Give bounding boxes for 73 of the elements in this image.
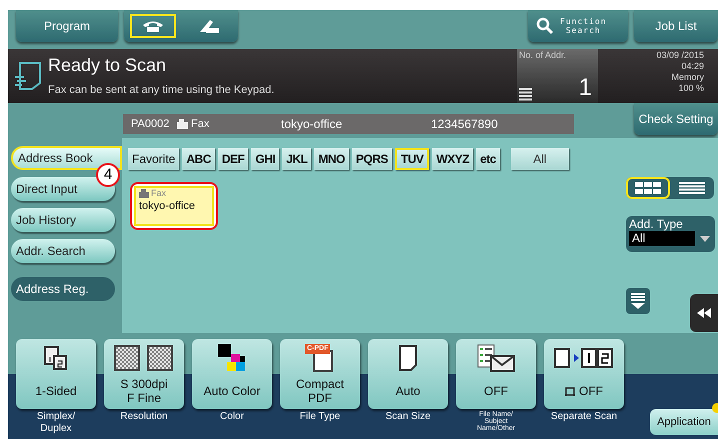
- job-list-button[interactable]: Job List: [634, 10, 718, 42]
- side-nav-tab[interactable]: Direct Input: [11, 177, 115, 201]
- list-down-icon: [631, 293, 645, 309]
- dropdown-caret-icon: [700, 236, 710, 242]
- list-icon: [519, 88, 532, 101]
- index-tab[interactable]: MNO: [314, 148, 349, 170]
- function-search-button[interactable]: Function Search: [528, 10, 628, 42]
- setting-button[interactable]: Auto: [368, 339, 448, 409]
- index-tab[interactable]: All: [510, 148, 569, 170]
- setting-button[interactable]: OFF: [456, 339, 536, 409]
- list-view-icon: [679, 182, 705, 194]
- entry-name: tokyo-office: [139, 199, 196, 214]
- setting-label: Simplex/ Duplex: [36, 411, 76, 435]
- side-nav-tab[interactable]: Address Book: [11, 146, 122, 170]
- tray-icon: [565, 386, 575, 396]
- memory-value: 100 %: [678, 83, 704, 94]
- memory-label: Memory: [671, 72, 704, 83]
- index-tab[interactable]: TUV: [394, 148, 430, 170]
- date-text: 03/09 /2015: [656, 50, 704, 61]
- index-tab[interactable]: WXYZ: [432, 148, 474, 170]
- side-nav-tab[interactable]: Job History: [11, 208, 115, 232]
- setting-button[interactable]: 1-Sided: [16, 339, 96, 409]
- checkered-squares-icon: [114, 345, 174, 371]
- setting-button[interactable]: S 300dpi F Fine: [104, 339, 184, 409]
- time-text: 04:29: [681, 61, 704, 72]
- phone-icon: [142, 20, 164, 32]
- destination-id: PA0002: [131, 116, 170, 132]
- scan-document-icon: [14, 61, 42, 91]
- index-tab[interactable]: etc: [476, 148, 500, 170]
- index-tab[interactable]: GHI: [251, 148, 280, 170]
- duplex-pages-icon: [44, 346, 68, 370]
- setting-label: Color: [220, 411, 244, 423]
- view-toggle-option[interactable]: [626, 177, 670, 199]
- destination-number: 1234567890: [431, 116, 498, 133]
- index-tab[interactable]: JKL: [282, 148, 312, 170]
- index-tab[interactable]: Favorite: [128, 148, 180, 170]
- blank-page-icon: [399, 345, 417, 371]
- double-left-arrow-icon: [697, 308, 711, 318]
- mode-tab[interactable]: [130, 14, 176, 38]
- entry-type: Fax: [151, 188, 166, 198]
- application-button[interactable]: Application: [650, 409, 718, 435]
- index-tab[interactable]: DEF: [218, 148, 248, 170]
- address-register-button[interactable]: Address Reg.: [11, 277, 115, 301]
- setting-button[interactable]: Auto Color: [192, 339, 272, 409]
- fax-machine-icon: [177, 119, 188, 129]
- scroll-down-button[interactable]: [626, 288, 650, 314]
- address-count: 1: [578, 75, 593, 101]
- setting-label: File Type: [300, 411, 340, 423]
- function-search-label: Function Search: [560, 17, 607, 35]
- status-message: Fax can be sent at any time using the Keypad.: [48, 82, 276, 98]
- index-tab[interactable]: ABC: [182, 148, 215, 170]
- fax-machine-icon: [139, 188, 149, 198]
- program-button[interactable]: Program: [16, 10, 118, 42]
- setting-label: Resolution: [120, 411, 168, 423]
- grid-view-icon: [635, 182, 661, 194]
- index-tab[interactable]: PQRS: [352, 148, 392, 170]
- address-type-dropdown[interactable]: Add. Type All: [626, 216, 715, 252]
- status-title: Ready to Scan: [48, 54, 168, 76]
- destination-name: tokyo-office: [281, 116, 344, 133]
- destination-type: Fax: [191, 116, 210, 132]
- address-entry[interactable]: Fax tokyo-office: [130, 182, 218, 230]
- address-count-label: No. of Addr.: [519, 49, 568, 62]
- handset-icon: [198, 19, 220, 33]
- color-squares-icon: [218, 344, 246, 372]
- search-icon: [536, 17, 554, 35]
- side-nav-tab[interactable]: Addr. Search: [11, 239, 115, 263]
- setting-label: Separate Scan: [550, 411, 618, 423]
- check-setting-button[interactable]: Check Setting: [634, 103, 718, 135]
- setting-label: Scan Size: [385, 411, 431, 423]
- list-and-envelope-icon: [477, 344, 515, 372]
- page-sequence-icon: [554, 346, 614, 370]
- collapse-panel-button[interactable]: [690, 294, 718, 332]
- setting-button[interactable]: OFF: [544, 339, 624, 409]
